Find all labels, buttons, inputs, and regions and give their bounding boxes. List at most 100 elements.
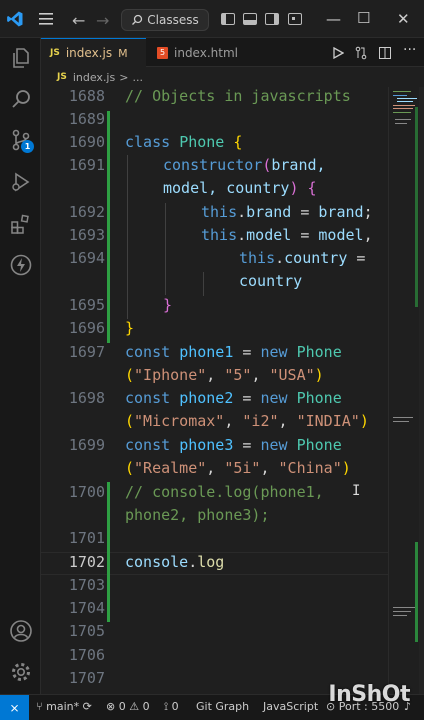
code-line: constructor(brand, (163, 156, 326, 174)
code-line: class Phone { (125, 133, 243, 151)
tab-label: index.js (65, 46, 113, 60)
code-line: this.country = (239, 249, 366, 267)
customize-layout-icon[interactable] (288, 13, 302, 25)
error-icon: ⊗ (106, 700, 116, 713)
search-icon (132, 14, 143, 25)
code-line: ("Realme", "5i", "China") (125, 459, 351, 477)
layout-sidebar-left-icon[interactable] (221, 13, 235, 25)
line-number: 1705 (68, 622, 105, 640)
explorer-icon[interactable] (9, 46, 33, 70)
maximize-icon[interactable]: ☐ (357, 9, 370, 27)
ports-icon: ⟟ (164, 700, 169, 713)
layout-panel-icon[interactable] (243, 13, 257, 25)
account-icon[interactable] (9, 619, 33, 643)
remote-icon[interactable]: ⨯ (0, 695, 29, 720)
line-number: 1707 (68, 669, 105, 687)
extensions-icon[interactable] (9, 212, 33, 236)
vertical-scrollbar[interactable] (419, 87, 424, 694)
gutter-modified-bar (107, 482, 110, 622)
line-number-current: 1702 (68, 553, 105, 571)
sync-icon: ⟳ (82, 700, 92, 713)
ports-status[interactable]: ⟟ 0 (164, 700, 179, 714)
mouse-cursor-icon: I (352, 483, 361, 499)
vscode-logo-icon (7, 11, 23, 27)
line-number: 1706 (68, 646, 105, 664)
line-number: 1693 (68, 226, 105, 244)
back-arrow-icon[interactable]: ← (72, 11, 85, 30)
menu-icon[interactable] (37, 11, 55, 27)
line-number: 1689 (68, 110, 105, 128)
line-number: 1692 (68, 203, 105, 221)
minimize-icon[interactable]: — (326, 10, 341, 28)
warning-icon: ⚠ (129, 700, 140, 713)
scm-badge: 1 (21, 140, 34, 153)
layout-sidebar-right-icon[interactable] (265, 13, 279, 25)
line-number: 1697 (68, 343, 105, 361)
indent-guide (127, 155, 128, 319)
split-editor-icon[interactable] (378, 46, 392, 60)
forward-arrow-icon[interactable]: → (96, 11, 109, 30)
search-icon[interactable] (9, 87, 33, 111)
line-number: 1700 (68, 483, 105, 501)
modified-indicator: M (118, 46, 128, 60)
run-icon[interactable] (332, 47, 344, 59)
code-line: country (239, 272, 303, 290)
code-line: ("Micromax", "i2", "INDIA") (125, 412, 369, 430)
minimap[interactable] (388, 87, 424, 694)
javascript-file-icon: JS (57, 72, 67, 82)
line-number: 1696 (68, 319, 105, 337)
line-number: 1704 (68, 599, 105, 617)
title-bar: ← → Classess — ☐ ✕ (0, 0, 424, 38)
code-line: ("Iphone", "5", "USA") (125, 366, 324, 384)
inshot-watermark: InShOt (328, 682, 410, 707)
tab-index-html[interactable]: 5 index.html (147, 38, 269, 67)
indent-guide (203, 272, 204, 296)
line-number: 1701 (68, 529, 105, 547)
code-line: phone2, phone3); (125, 506, 270, 524)
problems-status[interactable]: ⊗ 0 ⚠ 0 (106, 700, 150, 713)
breadcrumb-file[interactable]: index.js (73, 71, 115, 84)
activity-bar: 1 (0, 38, 41, 694)
settings-gear-icon[interactable] (9, 660, 33, 684)
branch-icon: ⑂ (36, 700, 43, 713)
line-number: 1691 (68, 156, 105, 174)
branch-status[interactable]: ⑂ main* ⟳ (36, 700, 92, 713)
tab-label: index.html (174, 45, 238, 60)
lightning-icon[interactable] (9, 253, 33, 277)
breadcrumb-more[interactable]: ... (132, 71, 143, 84)
code-line: this.model = model, (201, 226, 373, 244)
line-number: 1688 (68, 87, 105, 105)
code-line: const phone1 = new Phone (125, 343, 342, 361)
line-number: 1690 (68, 133, 105, 151)
html-file-icon: 5 (157, 46, 168, 59)
code-line: } (125, 319, 135, 337)
code-line: } (163, 296, 173, 314)
command-center-search[interactable]: Classess (121, 9, 209, 31)
code-line: model, country) { (163, 179, 317, 197)
line-number: 1698 (68, 389, 105, 407)
gutter-modified-bar (107, 111, 110, 343)
close-icon[interactable]: ✕ (397, 10, 410, 28)
code-line: const phone3 = new Phone (125, 436, 342, 454)
indent-guide (165, 203, 166, 295)
line-number: 1703 (68, 576, 105, 594)
breadcrumb: JS index.js > ... (41, 67, 424, 87)
code-line: const phone2 = new Phone (125, 389, 342, 407)
open-changes-icon[interactable] (354, 46, 368, 60)
git-graph-button[interactable]: Git Graph (196, 700, 249, 713)
line-number: 1695 (68, 296, 105, 314)
javascript-file-icon: JS (50, 48, 60, 58)
editor-tabs: JS index.js M 5 index.html ··· (41, 38, 424, 67)
code-line: // Objects in javascripts (125, 87, 351, 105)
more-actions-icon[interactable]: ··· (403, 42, 416, 58)
search-label: Classess (147, 13, 199, 27)
run-debug-icon[interactable] (9, 170, 33, 194)
line-number: 1694 (68, 249, 105, 267)
line-number: 1699 (68, 436, 105, 454)
language-mode[interactable]: JavaScript (263, 700, 318, 713)
code-line: // console.log(phone1, (125, 483, 324, 501)
tab-index-js[interactable]: JS index.js M (41, 38, 146, 67)
code-editor[interactable]: 1688 1689 1690 1691 1692 1693 1694 1695 … (41, 87, 388, 694)
code-line-current: console.log (125, 553, 225, 571)
code-line: this.brand = brand; (201, 203, 373, 221)
